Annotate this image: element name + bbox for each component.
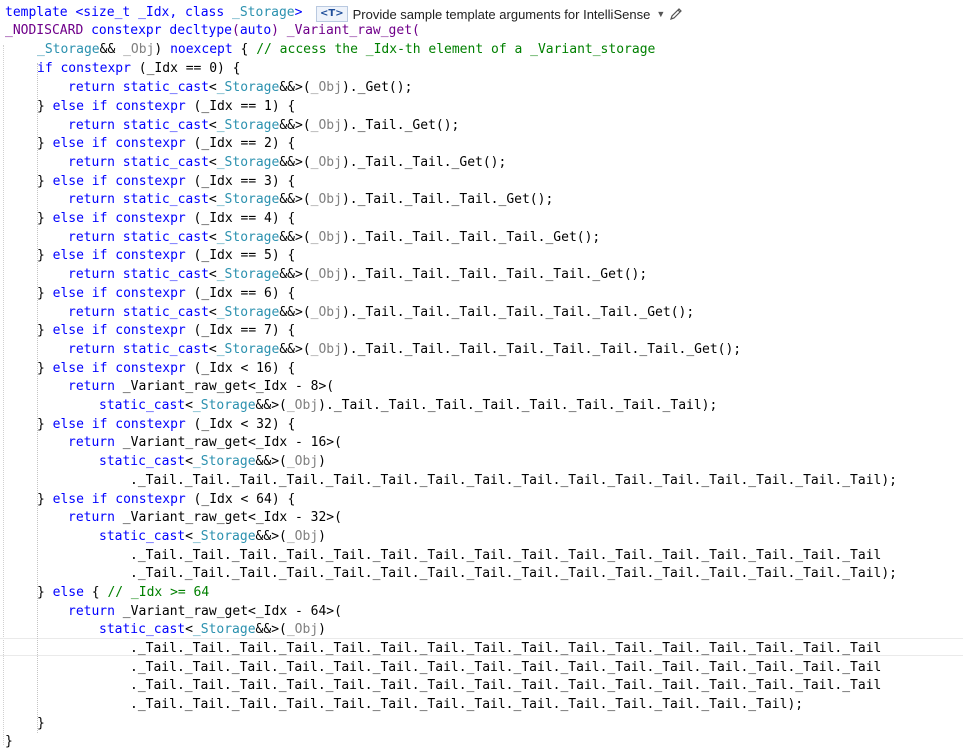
code-line-23[interactable]: } else if constexpr (_Idx < 32) { bbox=[37, 416, 295, 434]
code-text: } else if constexpr (_Idx == 4) { bbox=[37, 211, 296, 226]
code-line-3[interactable]: _Storage&& _Obj) noexcept { // access th… bbox=[37, 41, 655, 59]
code-line-34[interactable]: static_cast<_Storage&&>(_Obj) bbox=[99, 621, 326, 639]
code-line-12[interactable]: } else if constexpr (_Idx == 4) { bbox=[37, 210, 295, 228]
code-line-30[interactable]: ._Tail._Tail._Tail._Tail._Tail._Tail._Ta… bbox=[130, 547, 881, 565]
code-text: if constexpr (_Idx == 0) { bbox=[37, 61, 241, 76]
code-line-29[interactable]: static_cast<_Storage&&>(_Obj) bbox=[99, 528, 326, 546]
code-text: } else if constexpr (_Idx == 2) { bbox=[37, 136, 296, 151]
code-line-9[interactable]: return static_cast<_Storage&&>(_Obj)._Ta… bbox=[68, 154, 506, 172]
code-text: _NODISCARD constexpr decltype(auto) _Var… bbox=[5, 23, 420, 38]
code-text: } else if constexpr (_Idx == 6) { bbox=[37, 286, 296, 301]
code-line-26[interactable]: ._Tail._Tail._Tail._Tail._Tail._Tail._Ta… bbox=[130, 472, 897, 490]
code-text: return _Variant_raw_get<_Idx - 8>( bbox=[68, 379, 335, 394]
code-text: return static_cast<_Storage&&>(_Obj)._Ta… bbox=[68, 155, 507, 170]
code-line-18[interactable]: } else if constexpr (_Idx == 7) { bbox=[37, 322, 295, 340]
code-text: return static_cast<_Storage&&>(_Obj)._Ge… bbox=[68, 80, 413, 95]
code-text: return _Variant_raw_get<_Idx - 16>( bbox=[68, 435, 342, 450]
code-line-24[interactable]: return _Variant_raw_get<_Idx - 16>( bbox=[68, 434, 342, 452]
code-line-40[interactable]: } bbox=[5, 733, 13, 751]
code-text: ._Tail._Tail._Tail._Tail._Tail._Tail._Ta… bbox=[130, 473, 898, 488]
code-line-6[interactable]: } else if constexpr (_Idx == 1) { bbox=[37, 98, 295, 116]
code-text: static_cast<_Storage&&>(_Obj) bbox=[99, 529, 326, 544]
code-line-7[interactable]: return static_cast<_Storage&&>(_Obj)._Ta… bbox=[68, 117, 459, 135]
code-text: } else if constexpr (_Idx == 3) { bbox=[37, 174, 296, 189]
code-text: ._Tail._Tail._Tail._Tail._Tail._Tail._Ta… bbox=[130, 660, 882, 675]
template-icon: <T> bbox=[316, 6, 348, 22]
code-line-14[interactable]: } else if constexpr (_Idx == 5) { bbox=[37, 247, 295, 265]
code-text: ._Tail._Tail._Tail._Tail._Tail._Tail._Ta… bbox=[130, 548, 882, 563]
code-line-20[interactable]: } else if constexpr (_Idx < 16) { bbox=[37, 360, 295, 378]
code-line-13[interactable]: return static_cast<_Storage&&>(_Obj)._Ta… bbox=[68, 229, 600, 247]
code-text: } else if constexpr (_Idx == 1) { bbox=[37, 99, 296, 114]
code-text: return _Variant_raw_get<_Idx - 32>( bbox=[68, 510, 342, 525]
code-line-5[interactable]: return static_cast<_Storage&&>(_Obj)._Ge… bbox=[68, 79, 412, 97]
code-line-1[interactable]: template <size_t _Idx, class _Storage> bbox=[5, 4, 302, 22]
code-line-17[interactable]: return static_cast<_Storage&&>(_Obj)._Ta… bbox=[68, 304, 694, 322]
code-line-32[interactable]: } else { // _Idx >= 64 bbox=[37, 584, 209, 602]
code-line-2[interactable]: _NODISCARD constexpr decltype(auto) _Var… bbox=[5, 22, 420, 40]
code-line-33[interactable]: return _Variant_raw_get<_Idx - 64>( bbox=[68, 603, 342, 621]
code-text: ._Tail._Tail._Tail._Tail._Tail._Tail._Ta… bbox=[130, 566, 898, 581]
intellisense-template-bar[interactable]: <T> Provide sample template arguments fo… bbox=[316, 4, 684, 24]
code-line-10[interactable]: } else if constexpr (_Idx == 3) { bbox=[37, 173, 295, 191]
code-text: } else if constexpr (_Idx == 7) { bbox=[37, 323, 296, 338]
code-line-8[interactable]: } else if constexpr (_Idx == 2) { bbox=[37, 135, 295, 153]
chevron-down-icon[interactable]: ▼ bbox=[656, 9, 665, 19]
code-line-39[interactable]: } bbox=[37, 715, 45, 733]
code-text: ._Tail._Tail._Tail._Tail._Tail._Tail._Ta… bbox=[130, 641, 882, 656]
code-text: ._Tail._Tail._Tail._Tail._Tail._Tail._Ta… bbox=[130, 697, 804, 712]
code-text: static_cast<_Storage&&>(_Obj)._Tail._Tai… bbox=[99, 398, 718, 413]
code-line-35[interactable]: ._Tail._Tail._Tail._Tail._Tail._Tail._Ta… bbox=[130, 640, 881, 658]
pencil-icon[interactable] bbox=[669, 7, 683, 21]
code-line-22[interactable]: static_cast<_Storage&&>(_Obj)._Tail._Tai… bbox=[99, 397, 717, 415]
code-text: } else if constexpr (_Idx == 5) { bbox=[37, 248, 296, 263]
code-text: ._Tail._Tail._Tail._Tail._Tail._Tail._Ta… bbox=[130, 678, 882, 693]
intellisense-label[interactable]: Provide sample template arguments for In… bbox=[353, 7, 651, 22]
code-line-31[interactable]: ._Tail._Tail._Tail._Tail._Tail._Tail._Ta… bbox=[130, 565, 897, 583]
code-line-38[interactable]: ._Tail._Tail._Tail._Tail._Tail._Tail._Ta… bbox=[130, 696, 803, 714]
code-line-25[interactable]: static_cast<_Storage&&>(_Obj) bbox=[99, 453, 326, 471]
code-line-21[interactable]: return _Variant_raw_get<_Idx - 8>( bbox=[68, 378, 334, 396]
code-line-16[interactable]: } else if constexpr (_Idx == 6) { bbox=[37, 285, 295, 303]
code-line-15[interactable]: return static_cast<_Storage&&>(_Obj)._Ta… bbox=[68, 266, 647, 284]
code-line-37[interactable]: ._Tail._Tail._Tail._Tail._Tail._Tail._Ta… bbox=[130, 677, 881, 695]
code-text: static_cast<_Storage&&>(_Obj) bbox=[99, 622, 326, 637]
code-text: return static_cast<_Storage&&>(_Obj)._Ta… bbox=[68, 305, 695, 320]
code-text: return static_cast<_Storage&&>(_Obj)._Ta… bbox=[68, 267, 648, 282]
code-text: } bbox=[5, 734, 13, 749]
code-text: return static_cast<_Storage&&>(_Obj)._Ta… bbox=[68, 342, 742, 357]
code-line-4[interactable]: if constexpr (_Idx == 0) { bbox=[37, 60, 241, 78]
code-text: return _Variant_raw_get<_Idx - 64>( bbox=[68, 604, 342, 619]
code-text: return static_cast<_Storage&&>(_Obj)._Ta… bbox=[68, 230, 601, 245]
code-line-27[interactable]: } else if constexpr (_Idx < 64) { bbox=[37, 491, 295, 509]
code-text: template <size_t _Idx, class _Storage> bbox=[5, 5, 303, 20]
code-text: } bbox=[37, 716, 45, 731]
code-editor[interactable]: template <size_t _Idx, class _Storage> <… bbox=[0, 0, 963, 752]
code-line-36[interactable]: ._Tail._Tail._Tail._Tail._Tail._Tail._Ta… bbox=[130, 659, 881, 677]
code-line-28[interactable]: return _Variant_raw_get<_Idx - 32>( bbox=[68, 509, 342, 527]
code-text: } else if constexpr (_Idx < 64) { bbox=[37, 492, 296, 507]
code-text: return static_cast<_Storage&&>(_Obj)._Ta… bbox=[68, 118, 460, 133]
code-text: return static_cast<_Storage&&>(_Obj)._Ta… bbox=[68, 192, 554, 207]
code-text: } else if constexpr (_Idx < 32) { bbox=[37, 417, 296, 432]
code-text: } else { // _Idx >= 64 bbox=[37, 585, 210, 600]
code-text: static_cast<_Storage&&>(_Obj) bbox=[99, 454, 326, 469]
code-text: } else if constexpr (_Idx < 16) { bbox=[37, 361, 296, 376]
code-text: _Storage&& _Obj) noexcept { // access th… bbox=[37, 42, 656, 57]
indent-guide bbox=[37, 63, 38, 733]
code-line-11[interactable]: return static_cast<_Storage&&>(_Obj)._Ta… bbox=[68, 191, 553, 209]
code-line-19[interactable]: return static_cast<_Storage&&>(_Obj)._Ta… bbox=[68, 341, 741, 359]
